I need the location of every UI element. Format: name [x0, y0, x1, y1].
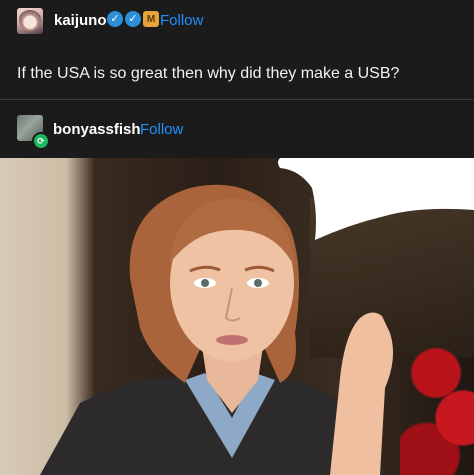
speech-bubble — [278, 158, 474, 240]
user-badges: ✓ ✓ M — [107, 11, 159, 27]
verified-badge-icon: ✓ — [107, 11, 123, 27]
avatar-portrait — [19, 9, 41, 31]
red-flowers — [400, 328, 474, 475]
follow-button[interactable]: Follow — [160, 12, 203, 29]
reblog-username[interactable]: bonyassfish — [53, 121, 141, 138]
supporter-badge-icon: M — [143, 11, 159, 27]
reblog-icon: ⟳ — [32, 132, 50, 150]
kaijuno-avatar[interactable] — [17, 8, 43, 34]
post-header: kaijuno ✓ ✓ M Follow — [0, 0, 474, 42]
meme-image — [0, 158, 474, 475]
follow-button-reblog[interactable]: Follow — [140, 121, 183, 138]
post-body-text: If the USA is so great then why did they… — [17, 65, 400, 82]
verified-badge-icon: ✓ — [125, 11, 141, 27]
post-username[interactable]: kaijuno — [54, 12, 107, 29]
